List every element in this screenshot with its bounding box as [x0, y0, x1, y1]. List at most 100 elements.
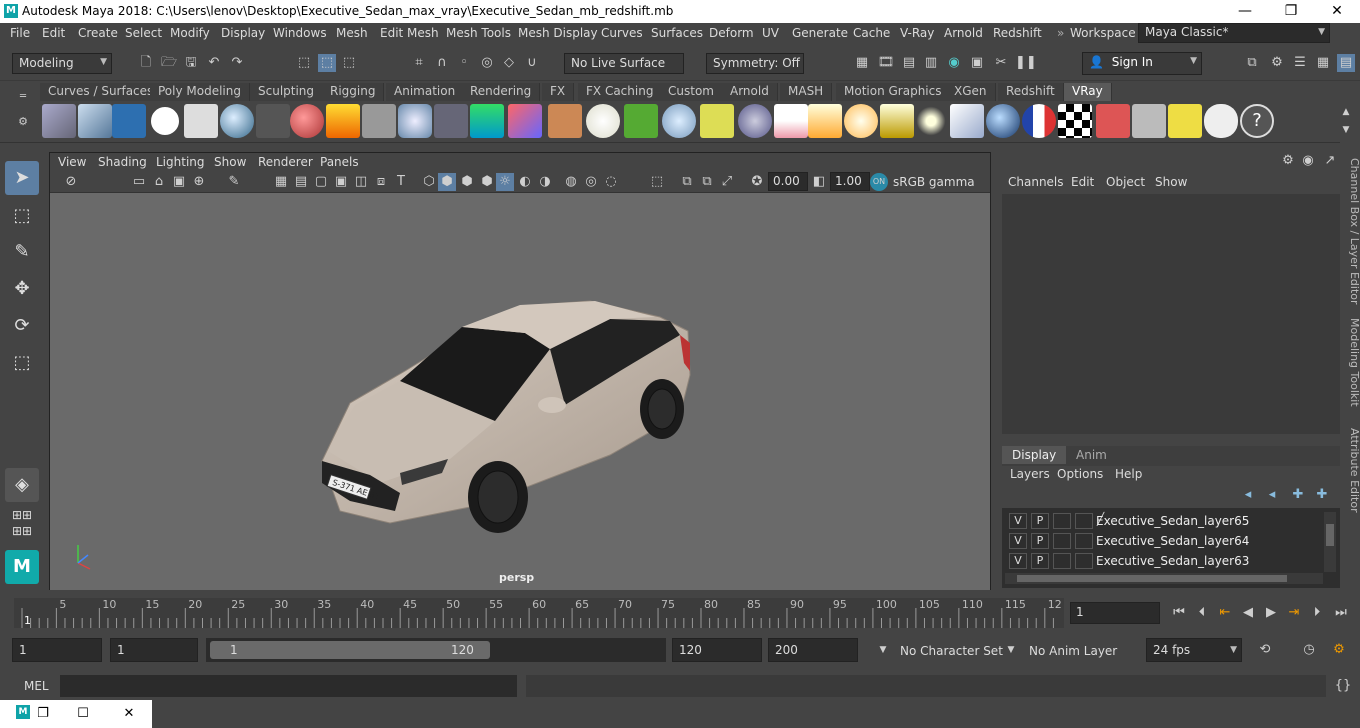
- range-bar[interactable]: 1 120: [206, 638, 666, 662]
- exposure-field[interactable]: 0.00: [768, 172, 808, 191]
- snapshot-icon[interactable]: ✂: [992, 54, 1010, 72]
- layer-visibility-toggle[interactable]: V: [1009, 553, 1027, 569]
- vray-plane-icon[interactable]: [362, 104, 396, 138]
- vray-ies-light-icon[interactable]: [880, 104, 914, 138]
- layer-visibility-toggle[interactable]: V: [1009, 513, 1027, 529]
- layout-single-icon[interactable]: ◈: [5, 468, 39, 502]
- layer-display-type[interactable]: [1053, 553, 1071, 569]
- frame-selection-icon[interactable]: ⧉: [698, 173, 716, 191]
- symmetry-field[interactable]: Symmetry: Off: [706, 53, 804, 74]
- layout-four-icon[interactable]: ⊞⊞ ⊞⊞: [5, 507, 39, 541]
- playback-end-field[interactable]: 120: [672, 638, 762, 662]
- hypershade-icon[interactable]: ◉: [945, 54, 963, 72]
- menu-edit[interactable]: Edit: [42, 26, 65, 40]
- tab-motion-graphics[interactable]: Motion Graphics: [836, 83, 951, 101]
- safe-title-icon[interactable]: T: [392, 173, 410, 191]
- vray-mesh-light-icon[interactable]: [950, 104, 984, 138]
- le-menu-layers[interactable]: Layers: [1010, 467, 1050, 481]
- frame-all-icon[interactable]: ⧉: [678, 173, 696, 191]
- minimize-button[interactable]: —: [1222, 0, 1268, 23]
- smooth-shade-icon[interactable]: ⬢: [438, 173, 456, 191]
- render-view-icon[interactable]: ▥: [922, 54, 940, 72]
- chevron-down-icon[interactable]: ▼: [874, 641, 892, 659]
- mel-label[interactable]: MEL: [24, 679, 49, 693]
- colorspace-label[interactable]: sRGB gamma: [893, 175, 975, 189]
- use-all-lights-icon[interactable]: ☼: [496, 173, 514, 191]
- ipr-render-icon[interactable]: ▤: [900, 54, 918, 72]
- le-menu-help[interactable]: Help: [1115, 467, 1142, 481]
- menu-select[interactable]: Select: [125, 26, 162, 40]
- color-management-icon[interactable]: ON: [870, 173, 888, 191]
- layer-visibility-toggle[interactable]: V: [1009, 533, 1027, 549]
- modeling-toolkit-icon[interactable]: ⧉: [1243, 54, 1261, 72]
- menu-display[interactable]: Display: [221, 26, 265, 40]
- perspective-view[interactable]: S-371 AE 81 persp: [50, 193, 990, 590]
- layer-name[interactable]: Executive_Sedan_layer65: [1096, 514, 1249, 528]
- tab-mash[interactable]: MASH: [780, 83, 833, 101]
- menu-generate[interactable]: Generate: [792, 26, 848, 40]
- tab-rendering[interactable]: Rendering: [462, 83, 541, 101]
- tab-poly-modeling[interactable]: Poly Modeling: [150, 83, 250, 101]
- menu-curves[interactable]: Curves: [601, 26, 643, 40]
- vray-env-icon[interactable]: [738, 104, 772, 138]
- vray-light-icon[interactable]: [470, 104, 504, 138]
- attribute-editor-icon[interactable]: ⚙: [1268, 54, 1286, 72]
- snap-view-icon[interactable]: ◎: [478, 54, 496, 72]
- move-tool-icon[interactable]: ✥: [5, 272, 39, 306]
- vray-sun-icon[interactable]: [914, 104, 948, 138]
- grease-pencil-icon[interactable]: ✎: [225, 173, 243, 191]
- film-gate-icon[interactable]: ▤: [292, 173, 310, 191]
- vray-shader-icon[interactable]: [290, 104, 324, 138]
- new-layer-selected-icon[interactable]: ✚: [1313, 486, 1331, 504]
- sedan-model[interactable]: S-371 AE 81: [50, 193, 990, 590]
- layer-color-swatch[interactable]: [1075, 533, 1093, 549]
- side-tab-attribute-editor[interactable]: Attribute Editor: [1343, 428, 1360, 518]
- current-frame-field[interactable]: 1: [1070, 602, 1160, 624]
- layout-icon[interactable]: ▤: [1337, 54, 1355, 72]
- shelf-scroll-up-icon[interactable]: ▲: [1337, 103, 1355, 121]
- menu-redshift[interactable]: Redshift: [993, 26, 1042, 40]
- gate-mask-icon[interactable]: ▣: [332, 173, 350, 191]
- step-forward-frame-icon[interactable]: ⏵: [1308, 604, 1326, 622]
- exposure-icon[interactable]: ✪: [748, 173, 766, 191]
- menu-mesh[interactable]: Mesh: [336, 26, 368, 40]
- isolate-select-icon[interactable]: ⬚: [648, 173, 666, 191]
- layer-name[interactable]: Executive_Sedan_layer63: [1096, 554, 1249, 568]
- snap-surface-icon[interactable]: ◇: [500, 54, 518, 72]
- range-handle[interactable]: [210, 641, 490, 659]
- workspace-dropdown[interactable]: Maya Classic* ▼: [1138, 23, 1330, 43]
- script-editor-icon[interactable]: {}: [1334, 677, 1352, 695]
- play-backwards-icon[interactable]: ◀: [1239, 604, 1257, 622]
- open-scene-icon[interactable]: 🗁: [160, 54, 178, 72]
- bookmark-icon[interactable]: ⌂: [150, 173, 168, 191]
- vray-vfb-icon[interactable]: [1096, 104, 1130, 138]
- help-icon[interactable]: ?: [1240, 104, 1274, 138]
- close-button[interactable]: ✕: [1314, 0, 1360, 23]
- menu-file[interactable]: File: [10, 26, 30, 40]
- vray-frame-buffer-icon[interactable]: [112, 104, 146, 138]
- tab-custom[interactable]: Custom: [660, 83, 723, 101]
- layer-row[interactable]: V P Executive_Sedan_layer63: [1005, 552, 1323, 572]
- vray-fur-icon[interactable]: [624, 104, 658, 138]
- end-time-field[interactable]: 200: [768, 638, 858, 662]
- menu-create[interactable]: Create: [78, 26, 118, 40]
- shadows-icon[interactable]: ◐: [516, 173, 534, 191]
- chevron-down-icon[interactable]: ▼: [1002, 641, 1020, 659]
- command-input[interactable]: [60, 675, 517, 697]
- tab-vray[interactable]: VRay: [1064, 83, 1112, 101]
- animation-prefs-icon[interactable]: ⚙: [1330, 641, 1348, 659]
- step-back-frame-icon[interactable]: ⏴: [1193, 604, 1211, 622]
- maximize-button[interactable]: ❐: [1268, 0, 1314, 23]
- camera-select-icon[interactable]: ⊘: [62, 173, 80, 191]
- menu-uv[interactable]: UV: [762, 26, 779, 40]
- snap-grid-icon[interactable]: ⌗: [410, 54, 428, 72]
- vray-texture-icon[interactable]: [548, 104, 582, 138]
- vp-menu-show[interactable]: Show: [214, 155, 246, 169]
- character-set-label[interactable]: No Character Set: [900, 644, 1003, 658]
- tab-rigging[interactable]: Rigging: [322, 83, 385, 101]
- cb-menu-show[interactable]: Show: [1155, 175, 1187, 189]
- le-menu-options[interactable]: Options: [1057, 467, 1103, 481]
- layer-hscrollbar-thumb[interactable]: [1017, 575, 1287, 582]
- side-tab-modeling-toolkit[interactable]: Modeling Toolkit: [1343, 318, 1360, 418]
- camera-attributes-icon[interactable]: ▭: [130, 173, 148, 191]
